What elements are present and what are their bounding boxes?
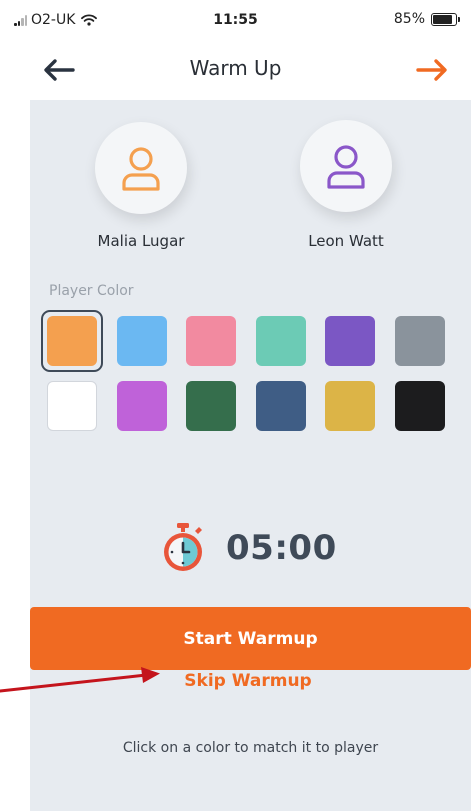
player-name-malia: Malia Lugar: [97, 232, 185, 250]
color-swatch[interactable]: [117, 316, 167, 366]
user-icon: [327, 145, 365, 189]
battery-fill: [433, 14, 452, 24]
color-swatch[interactable]: [395, 381, 445, 431]
player-name-leon: Leon Watt: [308, 232, 384, 250]
color-swatch[interactable]: [186, 381, 236, 431]
player-color-label: Player Color: [49, 283, 134, 299]
status-bar: O2-UK 11:55 85%: [0, 0, 471, 40]
content-panel: [30, 100, 471, 811]
arrow-right-icon[interactable]: [415, 57, 449, 83]
color-swatch[interactable]: [395, 316, 445, 366]
skip-warmup-link[interactable]: Skip Warmup: [0, 668, 471, 698]
hint-text: Click on a color to match it to player: [122, 740, 379, 756]
timer-value: 05:00: [226, 528, 337, 568]
arrow-left-icon[interactable]: [42, 57, 76, 83]
player-avatar-malia[interactable]: [95, 122, 187, 214]
battery-percent: 85%: [393, 11, 425, 27]
color-swatch[interactable]: [325, 316, 375, 366]
color-swatch[interactable]: [186, 316, 236, 366]
color-swatch[interactable]: [47, 381, 97, 431]
battery-icon: [431, 12, 460, 26]
status-right: 85%: [393, 11, 460, 27]
timer: 05:00: [160, 522, 337, 574]
color-swatch[interactable]: [325, 381, 375, 431]
color-swatch[interactable]: [256, 316, 306, 366]
color-swatch[interactable]: [117, 381, 167, 431]
player-avatar-leon[interactable]: [300, 120, 392, 212]
user-icon: [122, 147, 160, 191]
stopwatch-icon: [164, 523, 202, 571]
start-warmup-button[interactable]: Start Warmup: [30, 607, 471, 670]
color-swatch[interactable]: [47, 316, 97, 366]
nav-bar: Warm Up: [0, 40, 471, 100]
color-swatch[interactable]: [256, 381, 306, 431]
